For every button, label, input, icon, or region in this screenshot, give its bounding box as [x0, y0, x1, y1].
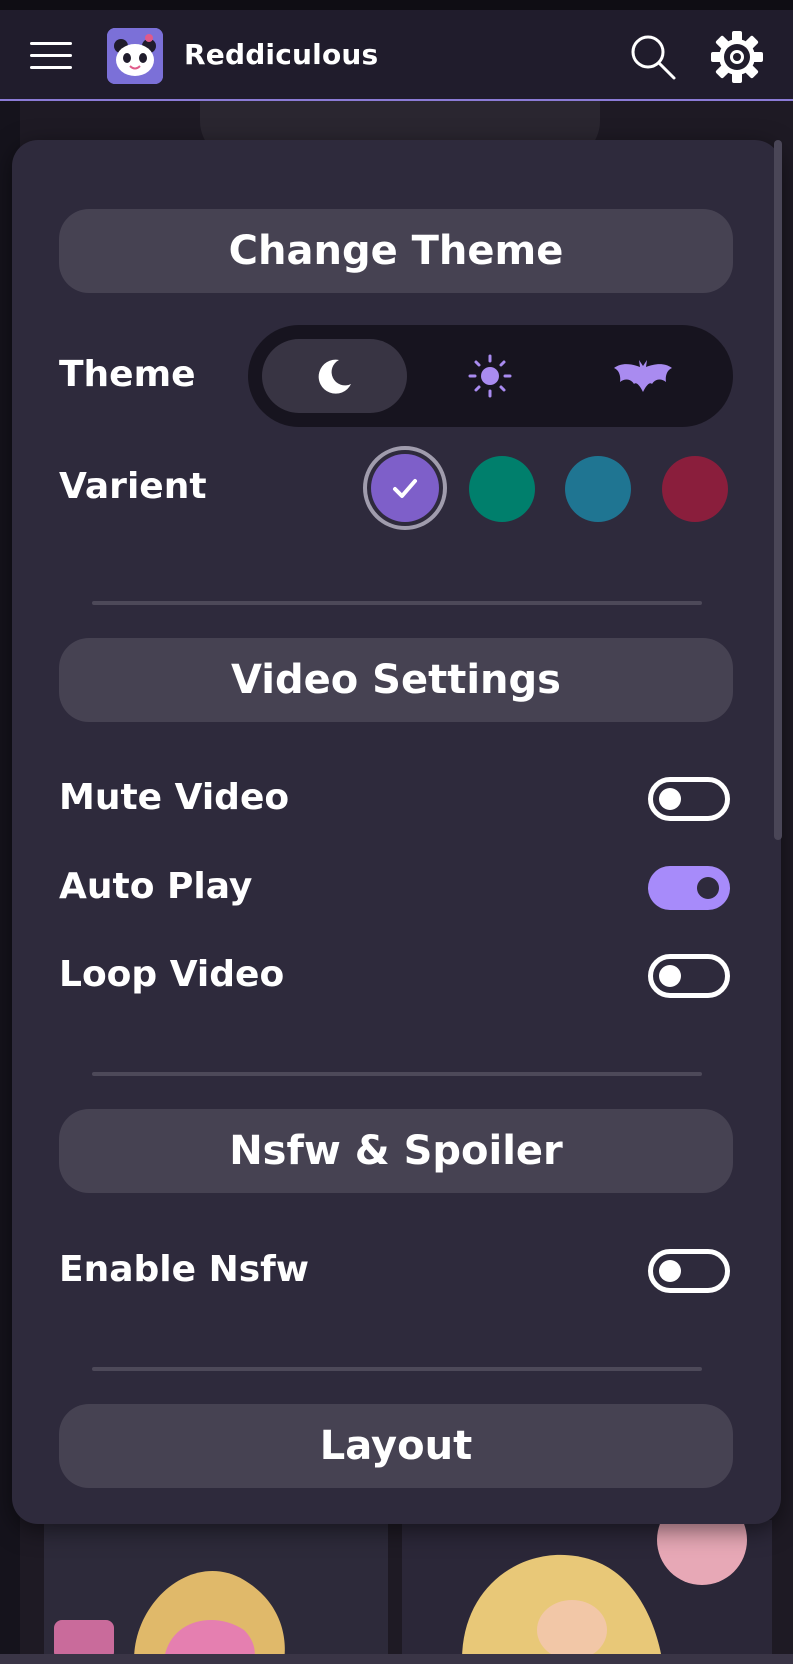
moon-icon [318, 359, 351, 394]
mute-video-toggle[interactable] [648, 777, 730, 821]
mute-video-label: Mute Video [59, 777, 290, 818]
variant-swatch-crimson[interactable] [662, 456, 728, 522]
theme-option-dark[interactable] [262, 339, 407, 413]
section-heading-nsfw-spoiler: Nsfw & Spoiler [59, 1109, 733, 1193]
variant-swatch-purple-fill [371, 454, 439, 522]
checkmark-icon [393, 479, 417, 498]
app-header: Reddiculous [0, 10, 793, 101]
feed-card-left[interactable] [44, 1520, 388, 1660]
theme-label: Theme [59, 354, 196, 395]
auto-play-toggle[interactable] [648, 866, 730, 910]
divider [92, 1367, 702, 1371]
section-heading-layout: Layout [59, 1404, 733, 1488]
theme-option-light[interactable] [420, 339, 560, 413]
divider [92, 601, 702, 605]
enable-nsfw-toggle[interactable] [648, 1249, 730, 1293]
loop-video-toggle[interactable] [648, 954, 730, 998]
variant-swatch-blue[interactable] [565, 456, 631, 522]
section-heading-video-settings: Video Settings [59, 638, 733, 722]
hamburger-menu-icon[interactable] [30, 42, 72, 70]
variant-swatch-teal[interactable] [469, 456, 535, 522]
sun-icon [468, 354, 512, 398]
toggle-knob [697, 877, 719, 899]
panda-logo-icon[interactable] [107, 28, 163, 84]
bat-icon [614, 360, 672, 392]
gear-icon[interactable] [710, 30, 764, 84]
loop-video-label: Loop Video [59, 954, 285, 995]
enable-nsfw-label: Enable Nsfw [59, 1249, 310, 1290]
scrollbar[interactable] [774, 140, 782, 840]
search-icon[interactable] [628, 32, 678, 82]
theme-option-spooky[interactable] [568, 339, 718, 413]
app-title[interactable]: Reddiculous [184, 38, 378, 71]
toggle-knob [659, 1260, 681, 1282]
variant-label: Varient [59, 466, 207, 507]
feed-card-right[interactable] [402, 1520, 772, 1660]
toggle-knob [659, 788, 681, 810]
bottom-bar [0, 1654, 793, 1664]
toggle-knob [659, 965, 681, 987]
auto-play-label: Auto Play [59, 866, 253, 907]
section-heading-change-theme: Change Theme [59, 209, 733, 293]
theme-selector [248, 325, 733, 427]
top-strip [0, 0, 793, 10]
variant-swatch-purple[interactable] [363, 446, 447, 530]
divider [92, 1072, 702, 1076]
